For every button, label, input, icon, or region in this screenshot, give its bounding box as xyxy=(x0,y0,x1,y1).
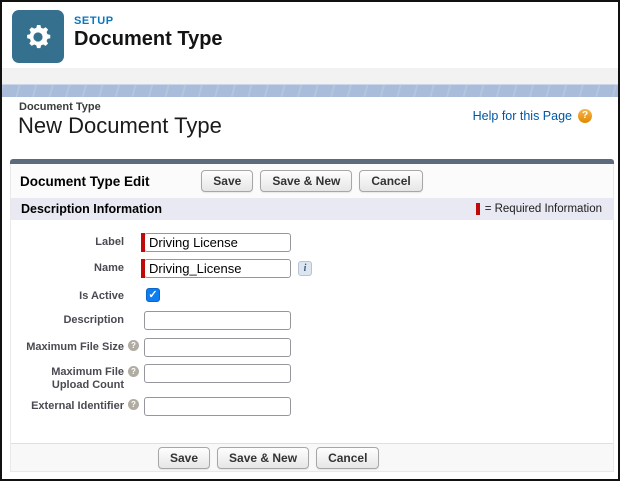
field-row-is-active: Is Active ✓ xyxy=(11,287,613,302)
document-type-edit-block: Document Type Edit Save Save & New Cance… xyxy=(10,159,614,472)
info-icon[interactable]: i xyxy=(298,261,312,276)
is-active-checkbox[interactable]: ✓ xyxy=(146,288,160,302)
top-button-row: Save Save & New Cancel xyxy=(201,170,423,192)
save-button[interactable]: Save xyxy=(201,170,254,192)
field-help-icon[interactable]: ? xyxy=(128,366,139,377)
block-title: Document Type Edit xyxy=(20,173,150,189)
block-header: Document Type Edit Save Save & New Cance… xyxy=(11,164,613,198)
field-row-label: Label xyxy=(11,233,613,252)
app-title: Document Type xyxy=(74,28,223,50)
is-active-field-label: Is Active xyxy=(79,290,124,302)
header-divider-strip xyxy=(2,68,618,84)
field-row-external-identifier: External Identifier ? xyxy=(11,397,613,417)
field-help-icon[interactable]: ? xyxy=(128,399,139,411)
window: SETUP Document Type Document Type New Do… xyxy=(0,0,620,481)
required-legend-text: = Required Information xyxy=(484,203,602,215)
required-marker-icon xyxy=(141,233,145,252)
field-row-max-file-size: Maximum File Size ? xyxy=(11,338,613,357)
external-identifier-field-control xyxy=(144,397,291,417)
required-marker-icon xyxy=(141,259,145,278)
description-input[interactable] xyxy=(144,311,291,330)
name-field-label: Name xyxy=(94,262,124,274)
page-title: New Document Type xyxy=(18,113,222,138)
label-field-label: Label xyxy=(95,236,124,248)
description-field-control xyxy=(144,311,291,330)
help-link[interactable]: Help for this Page xyxy=(473,109,572,123)
name-input[interactable] xyxy=(144,259,291,278)
breadcrumb: Document Type xyxy=(19,101,101,113)
field-help-icon[interactable]: ? xyxy=(128,340,139,351)
external-identifier-field-label: External Identifier ? xyxy=(27,397,139,412)
max-file-size-field-control xyxy=(144,338,291,357)
max-file-size-input[interactable] xyxy=(144,338,291,357)
app-header: SETUP Document Type xyxy=(2,2,618,68)
form-area: Label Name i Is Active ✓ xyxy=(11,220,613,417)
bottom-button-bar: Save Save & New Cancel xyxy=(11,443,613,471)
name-field-control: i xyxy=(141,259,312,278)
save-and-new-button[interactable]: Save & New xyxy=(260,170,353,192)
label-field-control xyxy=(141,233,291,252)
section-title: Description Information xyxy=(21,202,162,216)
field-row-name: Name i xyxy=(11,259,613,278)
help-for-page: Help for this Page ? xyxy=(473,109,592,123)
save-button[interactable]: Save xyxy=(158,447,211,469)
save-and-new-button[interactable]: Save & New xyxy=(217,447,310,469)
external-identifier-input[interactable] xyxy=(144,397,291,417)
help-question-icon[interactable]: ? xyxy=(578,109,592,123)
required-legend: = Required Information xyxy=(475,203,602,215)
bottom-button-row: Save Save & New Cancel xyxy=(158,447,380,469)
description-section-header: Description Information = Required Infor… xyxy=(11,198,613,220)
label-input[interactable] xyxy=(144,233,291,252)
field-row-description: Description xyxy=(11,311,613,330)
cancel-button[interactable]: Cancel xyxy=(316,447,380,469)
decorative-banner xyxy=(2,84,618,97)
max-upload-count-field-control xyxy=(144,364,291,383)
max-file-size-field-label: Maximum File Size ? xyxy=(26,338,139,353)
is-active-field-control: ✓ xyxy=(144,287,160,302)
required-marker-icon xyxy=(475,203,480,215)
field-row-max-upload-count: Maximum File Upload Count ? xyxy=(11,364,613,391)
max-upload-count-field-label: Maximum File Upload Count ? xyxy=(27,364,139,391)
gear-icon xyxy=(27,24,51,48)
max-upload-count-input[interactable] xyxy=(144,364,291,383)
cancel-button[interactable]: Cancel xyxy=(359,170,423,192)
description-field-label: Description xyxy=(63,314,124,326)
setup-label: SETUP xyxy=(74,15,114,27)
setup-tile xyxy=(12,10,64,63)
